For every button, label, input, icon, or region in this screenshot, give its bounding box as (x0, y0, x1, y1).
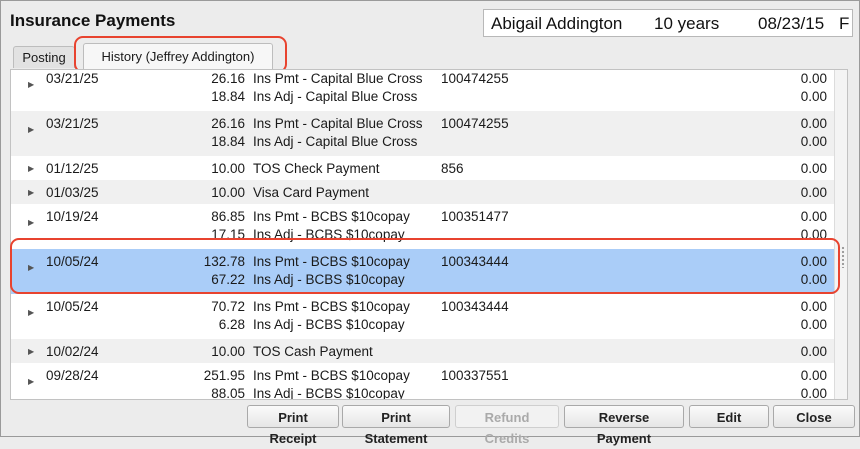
print-receipt-button[interactable]: Print Receipt (247, 405, 339, 446)
row-reference: 856 (441, 161, 464, 176)
window-title: Insurance Payments (10, 11, 176, 30)
row-amount: 18.84 (211, 89, 245, 104)
row-balance: 0.00 (800, 368, 827, 383)
scrollbar[interactable] (834, 70, 847, 399)
table-row[interactable]: ▶ 03/21/25 26.16 Ins Pmt - Capital Blue Cro… (11, 111, 835, 156)
patient-name: Abigail Addington (491, 14, 623, 33)
table-row[interactable]: ▶ 10/05/24 132.78 Ins Pmt - BCBS $10copay 0.… (11, 249, 835, 294)
row-description: Ins Adj - BCBS $10copay (253, 317, 405, 332)
row-amount: 26.16 (211, 116, 245, 131)
row-description: Ins Pmt - BCBS $10copay (253, 209, 410, 224)
table-row[interactable]: ▶ 10/19/24 86.85 Ins Pmt - BCBS $10copay 0.0… (11, 204, 835, 249)
row-amount: 10.00 (211, 344, 245, 359)
table-row[interactable]: ▶ 01/03/25 10.00 Visa Card Payment 0.00 (11, 180, 835, 204)
table-row[interactable]: ▶ 03/21/25 26.16 Ins Pmt - Capital Blue Cro… (11, 70, 835, 111)
row-date: 01/03/25 (46, 185, 99, 200)
expand-arrow-icon[interactable]: ▶ (28, 218, 34, 227)
patient-age: 10 years (654, 14, 720, 33)
table-row[interactable]: ▶ 01/12/25 10.00 TOS Check Payment 0.00 856 (11, 156, 835, 180)
row-balance: 0.00 (800, 254, 827, 269)
row-reference: 100343444 (441, 299, 509, 314)
row-reference: 100351477 (441, 209, 509, 224)
row-balance: 0.00 (800, 185, 827, 200)
history-list: ▶ 03/21/25 26.16 Ins Pmt - Capital Blue Cro… (10, 69, 848, 400)
row-date: 10/02/24 (46, 344, 99, 359)
patient-sex: F (839, 14, 850, 33)
row-description: TOS Check Payment (253, 161, 380, 176)
row-amount: 17.15 (211, 227, 245, 242)
row-date: 09/28/24 (46, 368, 99, 383)
row-balance: 0.00 (800, 71, 827, 86)
print-statement-button[interactable]: Print Statement (342, 405, 450, 446)
row-description: Ins Pmt - BCBS $10copay (253, 254, 410, 269)
edit-button[interactable]: Edit (689, 405, 769, 428)
row-amount: 10.00 (211, 185, 245, 200)
row-reference: 100474255 (441, 71, 509, 86)
row-date: 01/12/25 (46, 161, 99, 176)
reverse-payment-button[interactable]: Reverse Payment (564, 405, 684, 446)
row-balance: 0.00 (800, 116, 827, 131)
row-description: Ins Adj - Capital Blue Cross (253, 134, 418, 149)
row-description: Ins Adj - Capital Blue Cross (253, 89, 418, 104)
row-date: 03/21/25 (46, 71, 99, 86)
row-description: Ins Pmt - BCBS $10copay (253, 299, 410, 314)
row-amount: 18.84 (211, 134, 245, 149)
row-amount: 132.78 (203, 254, 245, 269)
row-amount: 67.22 (211, 272, 245, 287)
row-balance: 0.00 (800, 89, 827, 104)
expand-arrow-icon[interactable]: ▶ (28, 188, 34, 197)
row-description: Ins Adj - BCBS $10copay (253, 272, 405, 287)
patient-dob: 08/23/15 (758, 14, 825, 33)
row-description: Ins Pmt - Capital Blue Cross (253, 116, 423, 131)
row-date: 10/05/24 (46, 254, 99, 269)
patient-info-box: Abigail Addington 10 years 08/23/15 F (483, 9, 853, 37)
row-date: 10/19/24 (46, 209, 99, 224)
tab-posting[interactable]: Posting (13, 46, 75, 68)
refund-credits-button: Refund Credits (455, 405, 559, 446)
row-date: 03/21/25 (46, 116, 99, 131)
row-description: Ins Adj - BCBS $10copay (253, 227, 405, 242)
row-description: Ins Adj - BCBS $10copay (253, 386, 405, 400)
expand-arrow-icon[interactable]: ▶ (28, 80, 34, 89)
close-button[interactable]: Close (773, 405, 855, 428)
row-amount: 26.16 (211, 71, 245, 86)
row-description: Ins Pmt - Capital Blue Cross (253, 71, 423, 86)
row-description: Visa Card Payment (253, 185, 370, 200)
expand-arrow-icon[interactable]: ▶ (28, 164, 34, 173)
expand-arrow-icon[interactable]: ▶ (28, 347, 34, 356)
row-amount: 6.28 (218, 317, 245, 332)
row-balance: 0.00 (800, 272, 827, 287)
tab-history[interactable]: History (Jeffrey Addington) (83, 43, 273, 69)
scroll-grip[interactable] (837, 246, 845, 268)
row-balance: 0.00 (800, 317, 827, 332)
row-amount: 10.00 (211, 161, 245, 176)
row-balance: 0.00 (800, 227, 827, 242)
row-balance: 0.00 (800, 386, 827, 400)
row-description: TOS Cash Payment (253, 344, 373, 359)
row-amount: 251.95 (203, 368, 245, 383)
row-balance: 0.00 (800, 161, 827, 176)
table-row[interactable]: ▶ 10/05/24 70.72 Ins Pmt - BCBS $10copay 0.0… (11, 294, 835, 339)
row-balance: 0.00 (800, 299, 827, 314)
row-reference: 100343444 (441, 254, 509, 269)
expand-arrow-icon[interactable]: ▶ (28, 263, 34, 272)
table-row[interactable]: ▶ 09/28/24 251.95 Ins Pmt - BCBS $10copay 0.… (11, 363, 835, 400)
row-balance: 0.00 (800, 344, 827, 359)
row-reference: 100474255 (441, 116, 509, 131)
history-rows: ▶ 03/21/25 26.16 Ins Pmt - Capital Blue Cro… (11, 70, 835, 400)
row-balance: 0.00 (800, 134, 827, 149)
row-amount: 86.85 (211, 209, 245, 224)
row-amount: 88.05 (211, 386, 245, 400)
expand-arrow-icon[interactable]: ▶ (28, 377, 34, 386)
row-balance: 0.00 (800, 209, 827, 224)
table-row[interactable]: ▶ 10/02/24 10.00 TOS Cash Payment 0.00 (11, 339, 835, 363)
expand-arrow-icon[interactable]: ▶ (28, 125, 34, 134)
row-reference: 100337551 (441, 368, 509, 383)
insurance-payments-window: Insurance Payments Abigail Addington 10 … (0, 0, 860, 446)
row-description: Ins Pmt - BCBS $10copay (253, 368, 410, 383)
row-amount: 70.72 (211, 299, 245, 314)
row-date: 10/05/24 (46, 299, 99, 314)
expand-arrow-icon[interactable]: ▶ (28, 308, 34, 317)
